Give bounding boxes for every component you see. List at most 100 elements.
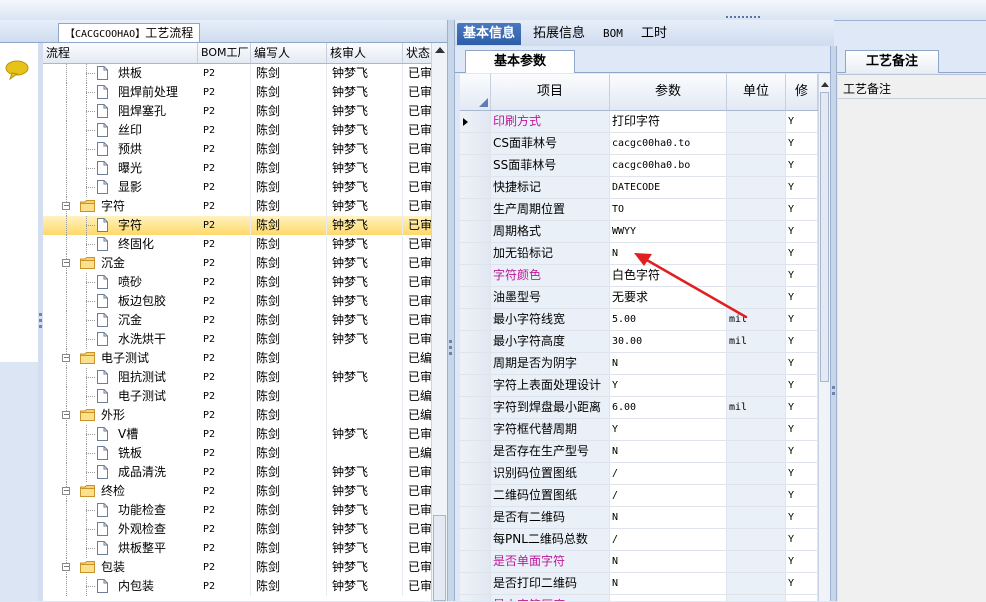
param-row[interactable]: 快捷标记 DATECODE Y (460, 177, 818, 199)
tree-collapse-icon[interactable]: − (62, 487, 70, 495)
param-value-cell[interactable]: Y (610, 375, 727, 396)
tree-row[interactable]: − 包装 P2 陈剑 钟梦飞 已审 (43, 558, 431, 577)
center-splitter[interactable] (447, 20, 455, 601)
param-row[interactable]: 周期是否为阴字 N Y (460, 353, 818, 375)
process-flow-tab[interactable]: 【CACGCOOHAO】工艺流程 (58, 23, 201, 42)
row-indicator[interactable] (460, 529, 491, 550)
scroll-up-icon[interactable] (821, 82, 829, 87)
tree-row[interactable]: − 沉金 P2 陈剑 钟梦飞 已审 (43, 254, 431, 273)
param-value-cell[interactable]: Y (610, 419, 727, 440)
param-value-cell[interactable]: / (610, 529, 727, 550)
row-indicator[interactable] (460, 287, 491, 308)
param-row[interactable]: 字符颜色 白色字符 Y (460, 265, 818, 287)
tree-row[interactable]: 阻焊前处理 P2 陈剑 钟梦飞 已审 (43, 83, 431, 102)
param-value-cell[interactable]: N (610, 507, 727, 528)
column-header-bom-factory[interactable]: BOM工厂 (198, 43, 251, 63)
row-indicator[interactable] (460, 551, 491, 572)
scroll-up-icon[interactable] (435, 47, 445, 53)
tree-row[interactable]: V槽 P2 陈剑 钟梦飞 已审 (43, 425, 431, 444)
param-row[interactable]: 字符上表面处理设计 Y Y (460, 375, 818, 397)
param-row[interactable]: 周期格式 WWYY Y (460, 221, 818, 243)
tab-basic-info[interactable]: 基本信息 (457, 23, 522, 45)
tree-row[interactable]: 丝印 P2 陈剑 钟梦飞 已审 (43, 121, 431, 140)
row-indicator[interactable] (460, 419, 491, 440)
tree-row[interactable]: 终固化 P2 陈剑 钟梦飞 已审 (43, 235, 431, 254)
tree-row[interactable]: − 字符 P2 陈剑 钟梦飞 已审 (43, 197, 431, 216)
params-scroll-thumb[interactable] (820, 92, 829, 382)
tree-row[interactable]: 显影 P2 陈剑 钟梦飞 已审 (43, 178, 431, 197)
row-indicator[interactable] (460, 111, 491, 132)
param-row[interactable]: 最小字符高度 30.00 mil Y (460, 331, 818, 353)
column-header-process[interactable]: 流程 (43, 43, 198, 63)
tree-collapse-icon[interactable]: − (62, 563, 70, 571)
tree-row[interactable]: 成品清洗 P2 陈剑 钟梦飞 已审 (43, 463, 431, 482)
tree-row[interactable]: 外观检查 P2 陈剑 钟梦飞 已审 (43, 520, 431, 539)
tree-row[interactable]: 内包装 P2 陈剑 钟梦飞 已审 (43, 577, 431, 596)
column-header-item[interactable]: 项目 (491, 74, 610, 110)
param-row[interactable]: 是否存在生产型号 N Y (460, 441, 818, 463)
param-value-cell[interactable]: DATECODE (610, 177, 727, 198)
column-header-param[interactable]: 参数 (610, 74, 727, 110)
param-row[interactable]: 最小字符厚度/ Y (460, 595, 818, 601)
row-indicator[interactable] (460, 375, 491, 396)
chat-bubble-icon[interactable] (4, 60, 30, 80)
row-indicator[interactable] (460, 573, 491, 594)
tree-row[interactable]: 铣板 P2 陈剑 已编 (43, 444, 431, 463)
tree-row[interactable]: 电子测试 P2 陈剑 已编 (43, 387, 431, 406)
row-indicator[interactable] (460, 133, 491, 154)
row-indicator[interactable] (460, 221, 491, 242)
param-row[interactable]: 字符到焊盘最小距离 6.00 mil Y (460, 397, 818, 419)
param-value-cell[interactable]: WWYY (610, 221, 727, 242)
param-row[interactable]: 识别码位置图纸 / Y (460, 463, 818, 485)
row-indicator[interactable] (460, 155, 491, 176)
tree-row[interactable]: 阻抗测试 P2 陈剑 钟梦飞 已审 (43, 368, 431, 387)
row-indicator[interactable] (460, 331, 491, 352)
param-value-cell[interactable]: N (610, 441, 727, 462)
row-indicator[interactable] (460, 441, 491, 462)
param-value-cell[interactable]: cacgc00ha0.bo (610, 155, 727, 176)
tab-basic-params[interactable]: 基本参数 (465, 50, 575, 73)
tree-row[interactable]: 阻焊塞孔 P2 陈剑 钟梦飞 已审 (43, 102, 431, 121)
row-indicator[interactable] (460, 177, 491, 198)
row-indicator[interactable] (460, 309, 491, 330)
tree-row[interactable]: 水洗烘干 P2 陈剑 钟梦飞 已审 (43, 330, 431, 349)
param-row[interactable]: 是否单面字符 N Y (460, 551, 818, 573)
param-value-cell[interactable]: N (610, 243, 727, 264)
param-value-cell[interactable]: N (610, 353, 727, 374)
param-row[interactable]: 是否有二维码 N Y (460, 507, 818, 529)
row-indicator[interactable] (460, 265, 491, 286)
tree-row[interactable]: 喷砂 P2 陈剑 钟梦飞 已审 (43, 273, 431, 292)
tree-row[interactable]: − 电子测试 P2 陈剑 已编 (43, 349, 431, 368)
param-value-cell[interactable]: N (610, 551, 727, 572)
param-row[interactable]: SS面菲林号 cacgc00ha0.bo Y (460, 155, 818, 177)
param-value-cell[interactable]: cacgc00ha0.to (610, 133, 727, 154)
row-indicator[interactable] (460, 463, 491, 484)
tree-collapse-icon[interactable]: − (62, 354, 70, 362)
row-indicator[interactable] (460, 485, 491, 506)
tree-collapse-icon[interactable]: − (62, 259, 70, 267)
tree-row[interactable]: 字符 P2 陈剑 钟梦飞 已审 (43, 216, 431, 235)
tree-row[interactable]: 功能检查 P2 陈剑 钟梦飞 已审 (43, 501, 431, 520)
process-remarks-area[interactable] (838, 74, 986, 602)
tab-extended-info[interactable]: 拓展信息 (527, 23, 591, 45)
right-splitter[interactable] (830, 46, 837, 601)
tree-scroll-thumb[interactable] (433, 515, 446, 601)
param-value-cell[interactable]: / (610, 463, 727, 484)
column-header-reviewer[interactable]: 核审人 (327, 43, 403, 63)
param-row[interactable]: 油墨型号 无要求 Y (460, 287, 818, 309)
param-row[interactable]: CS面菲林号 cacgc00ha0.to Y (460, 133, 818, 155)
param-row[interactable]: 加无铅标记 N Y (460, 243, 818, 265)
row-indicator[interactable] (460, 353, 491, 374)
param-value-cell[interactable]: / (610, 595, 727, 601)
param-value-cell[interactable]: 5.00 (610, 309, 727, 330)
column-header-status[interactable]: 状态 (403, 43, 431, 63)
tree-row[interactable]: − 终检 P2 陈剑 钟梦飞 已审 (43, 482, 431, 501)
tab-process-remarks[interactable]: 工艺备注 (845, 50, 939, 73)
param-row[interactable]: 最小字符线宽 5.00 mil Y (460, 309, 818, 331)
row-indicator[interactable] (460, 595, 491, 601)
column-header-unit[interactable]: 单位 (727, 74, 786, 110)
param-value-cell[interactable]: TO (610, 199, 727, 220)
row-indicator[interactable] (460, 507, 491, 528)
column-header-author[interactable]: 编写人 (251, 43, 327, 63)
param-value-cell[interactable]: / (610, 485, 727, 506)
